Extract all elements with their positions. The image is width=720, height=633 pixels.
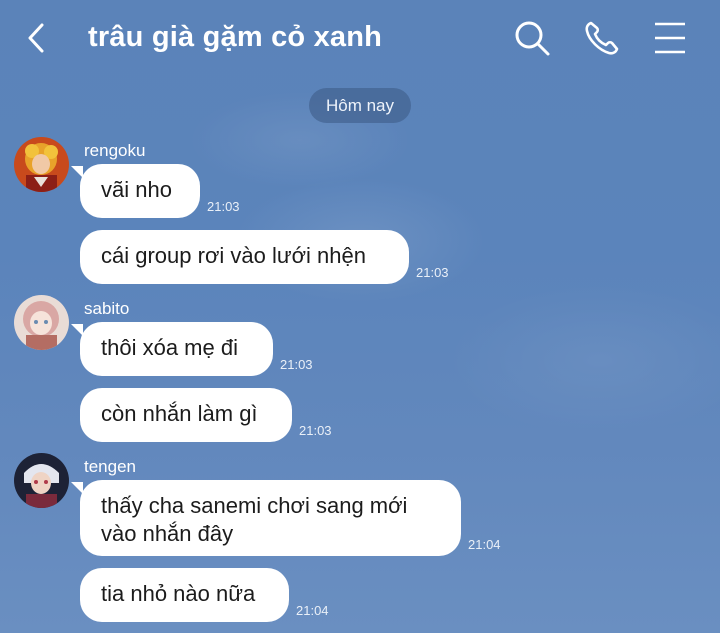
- menu-icon: [655, 22, 685, 54]
- message-text: thôi xóa mẹ đi: [101, 335, 238, 360]
- message-text-line: thấy cha sanemi chơi sang mới: [101, 493, 408, 518]
- message-bubble[interactable]: thôi xóa mẹ đi: [71, 322, 273, 376]
- phone-icon: [585, 21, 619, 55]
- call-button[interactable]: [582, 18, 622, 58]
- message-bubble[interactable]: vãi nho: [71, 164, 200, 218]
- sender-name-tengen: tengen: [84, 457, 136, 476]
- chat-header: trâu già gặm cỏ xanh: [0, 0, 720, 78]
- message-bubble[interactable]: tia nhỏ nào nữa: [80, 568, 289, 622]
- sabito-avatar-image: [14, 295, 69, 350]
- message-text-line: vào nhắn đây: [101, 521, 234, 546]
- message-time: 21:03: [280, 357, 313, 372]
- chat-title: trâu già gặm cỏ xanh: [88, 21, 383, 53]
- menu-button[interactable]: [650, 18, 690, 58]
- date-divider: Hôm nay: [309, 88, 411, 123]
- message-time: 21:03: [416, 265, 449, 280]
- message-bubble[interactable]: thấy cha sanemi chơi sang mới vào nhắn đ…: [71, 480, 461, 556]
- message-text: vãi nho: [101, 177, 172, 202]
- message-time: 21:03: [207, 199, 240, 214]
- search-icon: [515, 21, 550, 56]
- avatar-sabito[interactable]: [14, 295, 69, 350]
- message-bubble[interactable]: còn nhắn làm gì: [80, 388, 292, 442]
- message-text: cái group rơi vào lưới nhện: [101, 243, 366, 268]
- search-button[interactable]: [512, 18, 552, 58]
- chevron-left-icon: [28, 23, 44, 53]
- avatar-tengen[interactable]: [14, 453, 69, 508]
- message-text: tia nhỏ nào nữa: [101, 581, 256, 606]
- tengen-avatar-image: [14, 453, 69, 508]
- rengoku-avatar-image: [14, 137, 69, 192]
- avatar-rengoku[interactable]: [14, 137, 69, 192]
- back-button[interactable]: [22, 20, 52, 56]
- sender-name-rengoku: rengoku: [84, 141, 146, 160]
- message-text: còn nhắn làm gì: [101, 401, 258, 426]
- message-time: 21:04: [468, 537, 501, 552]
- sender-name-sabito: sabito: [84, 299, 130, 318]
- message-time: 21:03: [299, 423, 332, 438]
- message-time: 21:04: [296, 603, 329, 618]
- message-bubble[interactable]: cái group rơi vào lưới nhện: [80, 230, 409, 284]
